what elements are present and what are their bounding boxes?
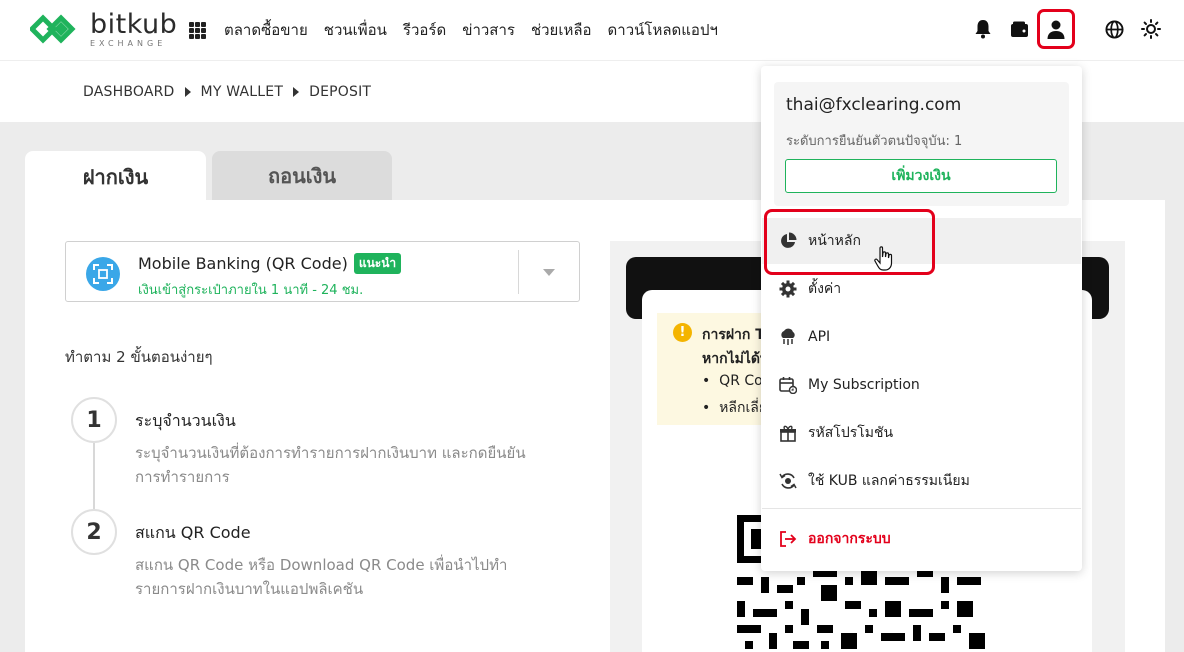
menu-item-settings-label: ตั้งค่า [808, 281, 842, 297]
bitkub-logo[interactable]: bitkub EXCHANGE [30, 10, 177, 48]
step-connector [93, 440, 95, 515]
wallet-icon[interactable] [1008, 18, 1030, 40]
exchange-icon [778, 471, 798, 491]
notice-line-2: หากไม่ได้ท [702, 351, 770, 367]
gear-icon [778, 279, 798, 299]
step-1-number: 1 [71, 397, 117, 443]
menu-item-promo-code[interactable]: รหัสโปรโมชัน [762, 410, 1081, 456]
step-1-description: ระบุจำนวนเงินที่ต้องการทำรายการฝากเงินบา… [135, 444, 526, 486]
recommended-badge: แนะนำ [353, 253, 402, 274]
bell-icon[interactable] [972, 18, 994, 40]
top-header: bitkub EXCHANGE ตลาดซื้อขาย ชวนเพื่อน รี… [0, 0, 1184, 60]
menu-item-kub-fee[interactable]: ใช้ KUB แลกค่าธรรมเนียม [762, 458, 1081, 504]
notice-bullet-2: • หลีกเลี่ย [702, 400, 768, 416]
globe-icon[interactable] [1103, 18, 1125, 40]
nav-help[interactable]: ช่วยเหลือ [531, 18, 592, 42]
user-menu-button[interactable] [1037, 9, 1075, 49]
notice-line-1: การฝาก T [702, 327, 765, 343]
logo-subtitle: EXCHANGE [90, 38, 167, 48]
nav-market[interactable]: ตลาดซื้อขาย [224, 18, 308, 42]
calendar-icon [778, 375, 798, 395]
sun-icon[interactable] [1140, 18, 1162, 40]
gift-icon [778, 423, 798, 443]
step-2-description: สแกน QR Code หรือ Download QR Code เพื่อ… [135, 556, 508, 598]
nav-download-app[interactable]: ดาวน์โหลดแอปฯ [608, 18, 718, 42]
main-nav: ตลาดซื้อขาย ชวนเพื่อน รีวอร์ด ข่าวสาร ช่… [224, 18, 718, 42]
logo-wordmark: bitkub [90, 8, 178, 40]
verification-level: ระดับการยืนยันตัวตนปัจจุบัน: 1 [786, 134, 963, 149]
chevron-down-icon[interactable] [543, 269, 555, 276]
nav-invite[interactable]: ชวนเพื่อน [324, 18, 387, 42]
notice-bullet-2-text: หลีกเลี่ย [719, 400, 768, 416]
logout-icon [778, 529, 798, 549]
breadcrumb-dashboard[interactable]: DASHBOARD [83, 84, 175, 100]
menu-item-subscription-label: My Subscription [808, 377, 920, 393]
user-icon [1047, 20, 1065, 39]
steps-title: ทำตาม 2 ขั้นตอนง่ายๆ [65, 348, 213, 366]
menu-divider [762, 508, 1081, 509]
menu-item-kub-fee-label: ใช้ KUB แลกค่าธรรมเนียม [808, 473, 970, 489]
home-item-highlight [764, 209, 935, 275]
warning-icon: ! [673, 323, 692, 342]
menu-item-subscription[interactable]: My Subscription [762, 362, 1081, 408]
method-subtitle: เงินเข้าสู่กระเป๋าภายใน 1 นาที - 24 ชม. [138, 283, 364, 298]
step-1-heading: ระบุจำนวนเงิน [135, 411, 236, 430]
increase-limit-button[interactable]: เพิ่มวงเงิน [785, 159, 1057, 193]
step-2-heading: สแกน QR Code [135, 523, 251, 542]
method-title: Mobile Banking (QR Code) แนะนำ [138, 253, 402, 274]
nav-news[interactable]: ข่าวสาร [462, 18, 515, 42]
payment-method-select[interactable]: Mobile Banking (QR Code) แนะนำ เงินเข้าสู… [65, 241, 580, 302]
menu-item-promo-code-label: รหัสโปรโมชัน [808, 425, 894, 441]
menu-item-logout[interactable]: ออกจากระบบ [762, 516, 1081, 562]
apps-icon[interactable] [189, 22, 206, 39]
tab-withdraw[interactable]: ถอนเงิน [212, 151, 392, 201]
api-icon [778, 327, 798, 347]
step-2-number: 2 [71, 509, 117, 555]
breadcrumb: DASHBOARD MY WALLET DEPOSIT [83, 84, 371, 100]
breadcrumb-my-wallet[interactable]: MY WALLET [201, 84, 284, 100]
menu-item-logout-label: ออกจากระบบ [808, 531, 891, 547]
caret-right-icon [184, 87, 191, 97]
caret-right-icon [293, 87, 300, 97]
menu-item-api[interactable]: API [762, 314, 1081, 360]
select-divider [518, 250, 519, 294]
qr-scan-icon [86, 257, 120, 291]
method-title-text: Mobile Banking (QR Code) [138, 254, 348, 273]
bitkub-logo-icon [30, 14, 76, 44]
hand-cursor-icon [874, 246, 893, 271]
tab-deposit[interactable]: ฝากเงิน [25, 151, 206, 203]
menu-item-api-label: API [808, 329, 831, 345]
nav-rewards[interactable]: รีวอร์ด [403, 18, 446, 42]
breadcrumb-deposit: DEPOSIT [309, 84, 372, 100]
account-email: thai@fxclearing.com [786, 95, 962, 115]
